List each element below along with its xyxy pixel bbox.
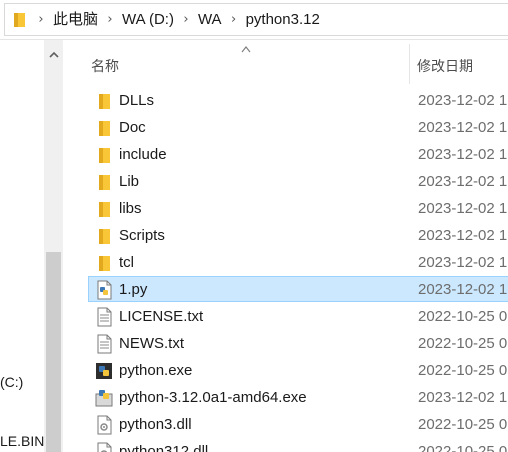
nav-item-recycle-bin[interactable]: LE.BIN xyxy=(0,433,44,449)
file-name: Scripts xyxy=(119,227,165,244)
file-name: tcl xyxy=(119,254,134,271)
file-modified-date: 2022-10-25 0 xyxy=(418,308,508,325)
python-file-icon xyxy=(94,280,114,300)
file-name: python.exe xyxy=(119,362,193,379)
file-modified-date: 2023-12-02 1 xyxy=(418,146,508,163)
column-date-header[interactable]: 修改日期 xyxy=(417,56,473,76)
breadcrumb-python312[interactable]: python3.12 xyxy=(244,3,322,36)
file-modified-date: 2022-10-25 0 xyxy=(418,335,508,352)
text-file-icon xyxy=(94,307,114,327)
file-row[interactable]: python.exe 2022-10-25 0 xyxy=(88,357,508,383)
column-header: 名称 修改日期 xyxy=(63,40,508,84)
file-modified-date: 2023-12-02 1 xyxy=(418,227,508,244)
chevron-right-icon[interactable]: › xyxy=(31,3,51,36)
file-row[interactable]: tcl 2023-12-02 1 xyxy=(88,249,508,275)
file-row[interactable]: NEWS.txt 2022-10-25 0 xyxy=(88,330,508,356)
address-field[interactable]: › 此电脑 › WA (D:) › WA › python3.12 xyxy=(4,3,508,36)
file-row[interactable]: python3.dll 2022-10-25 0 xyxy=(88,411,508,437)
file-row[interactable]: Lib 2023-12-02 1 xyxy=(88,168,508,194)
column-divider[interactable] xyxy=(409,44,410,84)
file-modified-date: 2022-10-25 0 xyxy=(418,443,508,452)
navigation-scrollbar[interactable] xyxy=(44,40,63,452)
file-modified-date: 2022-10-25 0 xyxy=(418,362,508,379)
file-row[interactable]: 1.py 2023-12-02 1 xyxy=(88,276,508,302)
installer-icon xyxy=(94,388,114,408)
folder-icon xyxy=(94,118,114,138)
scroll-up-arrow-icon[interactable] xyxy=(44,46,63,62)
file-name: 1.py xyxy=(119,281,148,298)
file-row[interactable]: LICENSE.txt 2022-10-25 0 xyxy=(88,303,508,329)
file-modified-date: 2023-12-02 1 xyxy=(418,281,508,298)
file-row[interactable]: DLLs 2023-12-02 1 xyxy=(88,87,508,113)
python-exe-icon xyxy=(94,361,114,381)
file-name: DLLs xyxy=(119,92,155,109)
file-row[interactable]: Doc 2023-12-02 1 xyxy=(88,114,508,140)
file-explorer-window: › 此电脑 › WA (D:) › WA › python3.12 (C:) L… xyxy=(0,0,508,452)
file-name: Doc xyxy=(119,119,146,136)
file-row[interactable]: libs 2023-12-02 1 xyxy=(88,195,508,221)
folder-icon xyxy=(9,3,31,36)
chevron-right-icon[interactable]: › xyxy=(100,3,120,36)
folder-icon xyxy=(94,199,114,219)
file-row[interactable]: Scripts 2023-12-02 1 xyxy=(88,222,508,248)
file-name: libs xyxy=(119,200,142,217)
file-name: python312.dll xyxy=(119,443,209,452)
breadcrumb-wa[interactable]: WA xyxy=(196,3,224,36)
chevron-right-icon[interactable]: › xyxy=(176,3,196,36)
file-name: python-3.12.0a1-amd64.exe xyxy=(119,389,307,406)
text-file-icon xyxy=(94,334,114,354)
scrollbar-thumb[interactable] xyxy=(46,252,61,452)
address-bar: › 此电脑 › WA (D:) › WA › python3.12 xyxy=(0,0,508,40)
dll-file-icon xyxy=(94,415,114,435)
chevron-right-icon[interactable]: › xyxy=(224,3,244,36)
file-modified-date: 2023-12-02 1 xyxy=(418,254,508,271)
file-name: NEWS.txt xyxy=(119,335,185,352)
breadcrumb-drive-d[interactable]: WA (D:) xyxy=(120,3,176,36)
folder-icon xyxy=(94,172,114,192)
file-list: DLLs 2023-12-02 1 Doc 2023-12-02 1 include 20… xyxy=(63,87,508,452)
folder-icon xyxy=(94,226,114,246)
folder-icon xyxy=(94,145,114,165)
column-name-header[interactable]: 名称 xyxy=(91,56,119,76)
breadcrumb-this-pc[interactable]: 此电脑 xyxy=(51,3,100,36)
nav-item-drive-c[interactable]: (C:) xyxy=(0,374,23,390)
file-modified-date: 2022-10-25 0 xyxy=(418,416,508,433)
folder-icon xyxy=(94,91,114,111)
file-name: include xyxy=(119,146,167,163)
file-row[interactable]: python312.dll 2022-10-25 0 xyxy=(88,438,508,452)
file-row[interactable]: python-3.12.0a1-amd64.exe 2023-12-02 1 xyxy=(88,384,508,410)
sort-ascending-icon xyxy=(241,46,251,53)
file-name: Lib xyxy=(119,173,140,190)
file-row[interactable]: include 2023-12-02 1 xyxy=(88,141,508,167)
file-name: python3.dll xyxy=(119,416,192,433)
navigation-pane: (C:) LE.BIN xyxy=(0,40,48,452)
file-modified-date: 2023-12-02 1 xyxy=(418,389,508,406)
dll-file-icon xyxy=(94,442,114,452)
file-modified-date: 2023-12-02 1 xyxy=(418,119,508,136)
folder-icon xyxy=(94,253,114,273)
file-name: LICENSE.txt xyxy=(119,308,204,325)
file-modified-date: 2023-12-02 1 xyxy=(418,92,508,109)
file-modified-date: 2023-12-02 1 xyxy=(418,173,508,190)
file-modified-date: 2023-12-02 1 xyxy=(418,200,508,217)
